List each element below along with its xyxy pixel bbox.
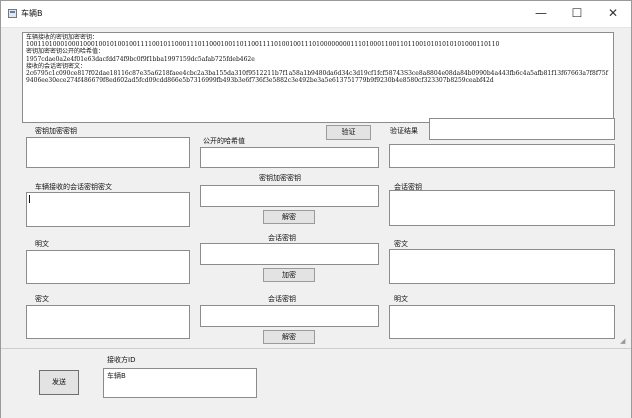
- send-panel: 接收方ID 车辆B 发送: [1, 348, 631, 418]
- key-encryption-key-field[interactable]: [26, 137, 190, 168]
- public-hash-field[interactable]: [200, 147, 379, 168]
- plaintext-left-label: 明文: [35, 240, 49, 248]
- title-bar: 车辆B — ☐ ✕: [1, 1, 631, 28]
- middle-session-key-1-label: 会话密钥: [268, 234, 296, 242]
- middle-session-key-2-field[interactable]: [200, 305, 379, 327]
- ciphertext-right-field[interactable]: [389, 249, 615, 284]
- info-textarea[interactable]: 车辆接收的密钥加密密钥： 100110100010001000100101001…: [22, 32, 614, 123]
- middle-session-key-2-label: 会话密钥: [268, 295, 296, 303]
- receiver-id-field[interactable]: 车辆B: [103, 368, 257, 398]
- verify-result-field[interactable]: [429, 118, 615, 140]
- app-icon: [8, 9, 17, 18]
- middle-session-key-1-field[interactable]: [200, 243, 379, 265]
- session-key-right-field[interactable]: [389, 190, 615, 226]
- decrypt-button-2[interactable]: 解密: [263, 330, 315, 344]
- send-button[interactable]: 发送: [39, 370, 79, 395]
- decrypt-button-1[interactable]: 解密: [263, 210, 315, 224]
- resize-grip-icon[interactable]: ◢: [620, 337, 628, 345]
- app-window: 车辆B — ☐ ✕ 车辆接收的密钥加密密钥： 10011010001000100…: [0, 0, 632, 418]
- text-caret: [29, 195, 30, 203]
- verify-result-label: 验证结果: [390, 127, 418, 135]
- close-button[interactable]: ✕: [595, 1, 631, 27]
- minimize-button[interactable]: —: [523, 1, 559, 27]
- plaintext-right-label: 明文: [394, 295, 408, 303]
- plaintext-left-field[interactable]: [26, 250, 190, 284]
- window-title: 车辆B: [21, 9, 43, 18]
- maximize-button[interactable]: ☐: [559, 1, 595, 27]
- middle-key-encryption-key-field[interactable]: [200, 185, 379, 207]
- plaintext-right-field[interactable]: [389, 305, 615, 339]
- received-session-cipher-field[interactable]: [26, 192, 190, 227]
- ciphertext-left-label: 密文: [35, 295, 49, 303]
- received-session-cipher-label: 车辆接收的会话密钥密文: [35, 183, 112, 191]
- ciphertext-right-label: 密文: [394, 240, 408, 248]
- middle-key-encryption-key-label: 密钥加密密钥: [259, 174, 301, 182]
- encrypt-button[interactable]: 加密: [263, 268, 315, 282]
- public-hash-label: 公开的哈希值: [203, 137, 245, 145]
- verify-button[interactable]: 验证: [326, 125, 371, 140]
- receiver-id-label: 接收方ID: [107, 356, 136, 364]
- verify-result-detail-field[interactable]: [389, 144, 615, 168]
- ciphertext-left-field[interactable]: [26, 305, 190, 339]
- key-encryption-key-label: 密钥加密密钥: [35, 127, 77, 135]
